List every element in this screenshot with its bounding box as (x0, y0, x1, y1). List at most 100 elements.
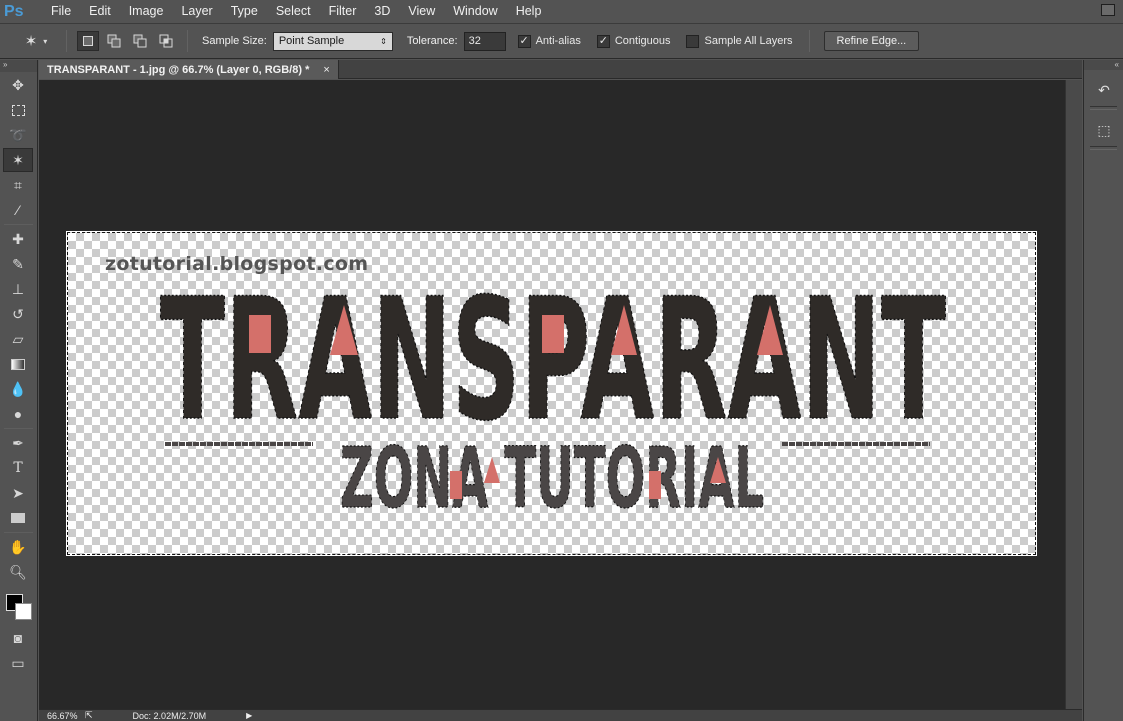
move-icon: ✥ (12, 76, 24, 93)
menu-help[interactable]: Help (507, 0, 551, 23)
eyedropper-tool[interactable]: ⁄ (3, 198, 33, 222)
brush-tool[interactable]: ✎ (3, 252, 33, 276)
checkmark-icon: ✓ (596, 34, 610, 48)
chevron-down-icon: ▾ (43, 36, 48, 46)
healing-brush-tool[interactable]: ✚ (3, 227, 33, 251)
vertical-scrollbar[interactable] (1065, 80, 1082, 709)
marquee-tool[interactable] (3, 98, 33, 122)
status-menu-arrow-icon[interactable]: ▶ (246, 711, 252, 720)
minimize-button[interactable] (1101, 4, 1115, 16)
document-tab[interactable]: TRANSPARANT - 1.jpg @ 66.7% (Layer 0, RG… (39, 60, 339, 79)
document-tab-title: TRANSPARANT - 1.jpg @ 66.7% (Layer 0, RG… (47, 63, 310, 76)
quick-mask-icon: ◙ (13, 630, 23, 646)
screen-mode-button[interactable]: ▭ (3, 651, 33, 675)
anti-alias-checkbox[interactable]: ✓ Anti-alias (517, 34, 581, 48)
tolerance-label: Tolerance: (406, 35, 458, 47)
brush-icon: ✎ (12, 255, 24, 272)
divider (4, 224, 33, 225)
history-brush-icon: ↺ (12, 305, 24, 322)
divider (4, 428, 33, 429)
document-canvas[interactable]: zotutorial.blogspot.com TRANSPARANT ZONA… (67, 232, 1036, 555)
rectangle-tool[interactable] (3, 506, 33, 530)
menu-layer[interactable]: Layer (172, 0, 221, 23)
zoom-tool[interactable]: 🔍︎ (3, 560, 33, 584)
crop-tool[interactable]: ⌗ (3, 173, 33, 197)
type-tool[interactable]: T (3, 456, 33, 480)
gradient-tool[interactable] (3, 352, 33, 376)
options-bar: ✶ ▾ Sample Size: Point Sample ⇕ Toleranc… (0, 23, 1123, 59)
subline-text: ZONA TUTORIAL (340, 429, 764, 527)
tool-preset-picker[interactable]: ✶ ▾ (14, 28, 58, 54)
history-brush-tool[interactable]: ↺ (3, 302, 33, 326)
menu-3d[interactable]: 3D (365, 0, 399, 23)
new-selection-icon (83, 36, 93, 46)
tolerance-input[interactable]: 32 (463, 31, 506, 51)
pen-icon: ✒ (12, 434, 24, 451)
new-selection-button[interactable] (77, 31, 99, 51)
gradient-icon (11, 358, 25, 370)
path-selection-tool[interactable]: ➤ (3, 481, 33, 505)
sample-size-value: Point Sample (278, 35, 345, 47)
menu-edit[interactable]: Edit (80, 0, 120, 23)
panel-grip[interactable]: « (1084, 60, 1123, 70)
menu-filter[interactable]: Filter (320, 0, 366, 23)
clone-stamp-icon: ⊥ (11, 280, 25, 297)
eraser-tool[interactable]: ▱ (3, 327, 33, 351)
clone-stamp-tool[interactable]: ⊥ (3, 277, 33, 301)
background-color-swatch[interactable] (15, 603, 32, 620)
menu-select[interactable]: Select (267, 0, 320, 23)
color-swatches[interactable] (3, 588, 33, 622)
accent-counter-p (542, 315, 564, 353)
sample-all-layers-checkbox[interactable]: Sample All Layers (686, 34, 793, 48)
crop-icon: ⌗ (14, 176, 22, 193)
lasso-tool[interactable]: ➰ (3, 123, 33, 147)
hand-tool[interactable]: ✋ (3, 535, 33, 559)
dodge-tool[interactable]: ● (3, 402, 33, 426)
divider (4, 532, 33, 533)
sample-size-select[interactable]: Point Sample ⇕ (272, 31, 393, 51)
export-icon[interactable]: ⇱ (85, 710, 93, 721)
doc-size-info: Doc: 2.02M/2.70M (132, 710, 207, 721)
zoom-icon: 🔍︎ (9, 563, 27, 580)
cube-icon: ⬚ (1097, 121, 1111, 138)
panel-grip[interactable]: » (0, 60, 37, 72)
menu-file[interactable]: File (42, 0, 80, 23)
magic-wand-tool[interactable]: ✶ (3, 148, 33, 172)
add-to-selection-icon (107, 34, 121, 48)
divider (1090, 106, 1117, 110)
menu-window[interactable]: Window (444, 0, 506, 23)
checkmark-icon: ✓ (517, 34, 531, 48)
close-icon[interactable]: × (323, 64, 329, 76)
type-icon: T (13, 460, 23, 476)
chevron-updown-icon: ⇕ (380, 36, 387, 46)
divider (808, 30, 810, 52)
subtract-from-selection-button[interactable] (129, 31, 151, 51)
right-panel-dock: « ↶ ⬚ (1083, 60, 1123, 721)
add-to-selection-button[interactable] (103, 31, 125, 51)
pen-tool[interactable]: ✒ (3, 431, 33, 455)
refine-edge-button[interactable]: Refine Edge... (823, 31, 920, 51)
accent-counter-o (450, 471, 462, 499)
history-icon: ↶ (1098, 81, 1110, 98)
contiguous-checkbox[interactable]: ✓ Contiguous (596, 34, 670, 48)
properties-panel-button[interactable]: ⬚ (1089, 118, 1119, 142)
menu-bar: Ps File Edit Image Layer Type Select Fil… (0, 0, 1123, 23)
intersect-selection-icon (159, 34, 173, 48)
menu-type[interactable]: Type (222, 0, 267, 23)
move-tool[interactable]: ✥ (3, 73, 33, 97)
sample-all-layers-label: Sample All Layers (704, 35, 793, 47)
quick-mask-button[interactable]: ◙ (3, 626, 33, 650)
marquee-icon (11, 104, 25, 116)
history-panel-button[interactable]: ↶ (1089, 78, 1119, 102)
window-controls (1101, 4, 1115, 16)
status-bar: 66.67% ⇱ Doc: 2.02M/2.70M ▶ (39, 709, 1082, 721)
dodge-icon: ● (13, 406, 23, 422)
menu-view[interactable]: View (399, 0, 444, 23)
menu-image[interactable]: Image (120, 0, 173, 23)
photoshop-logo: Ps (4, 2, 24, 20)
blur-tool[interactable]: 💧 (3, 377, 33, 401)
canvas-area[interactable]: zotutorial.blogspot.com TRANSPARANT ZONA… (39, 80, 1065, 709)
hand-icon: ✋ (9, 538, 27, 555)
zoom-level[interactable]: 66.67% (39, 711, 85, 721)
intersect-selection-button[interactable] (155, 31, 177, 51)
